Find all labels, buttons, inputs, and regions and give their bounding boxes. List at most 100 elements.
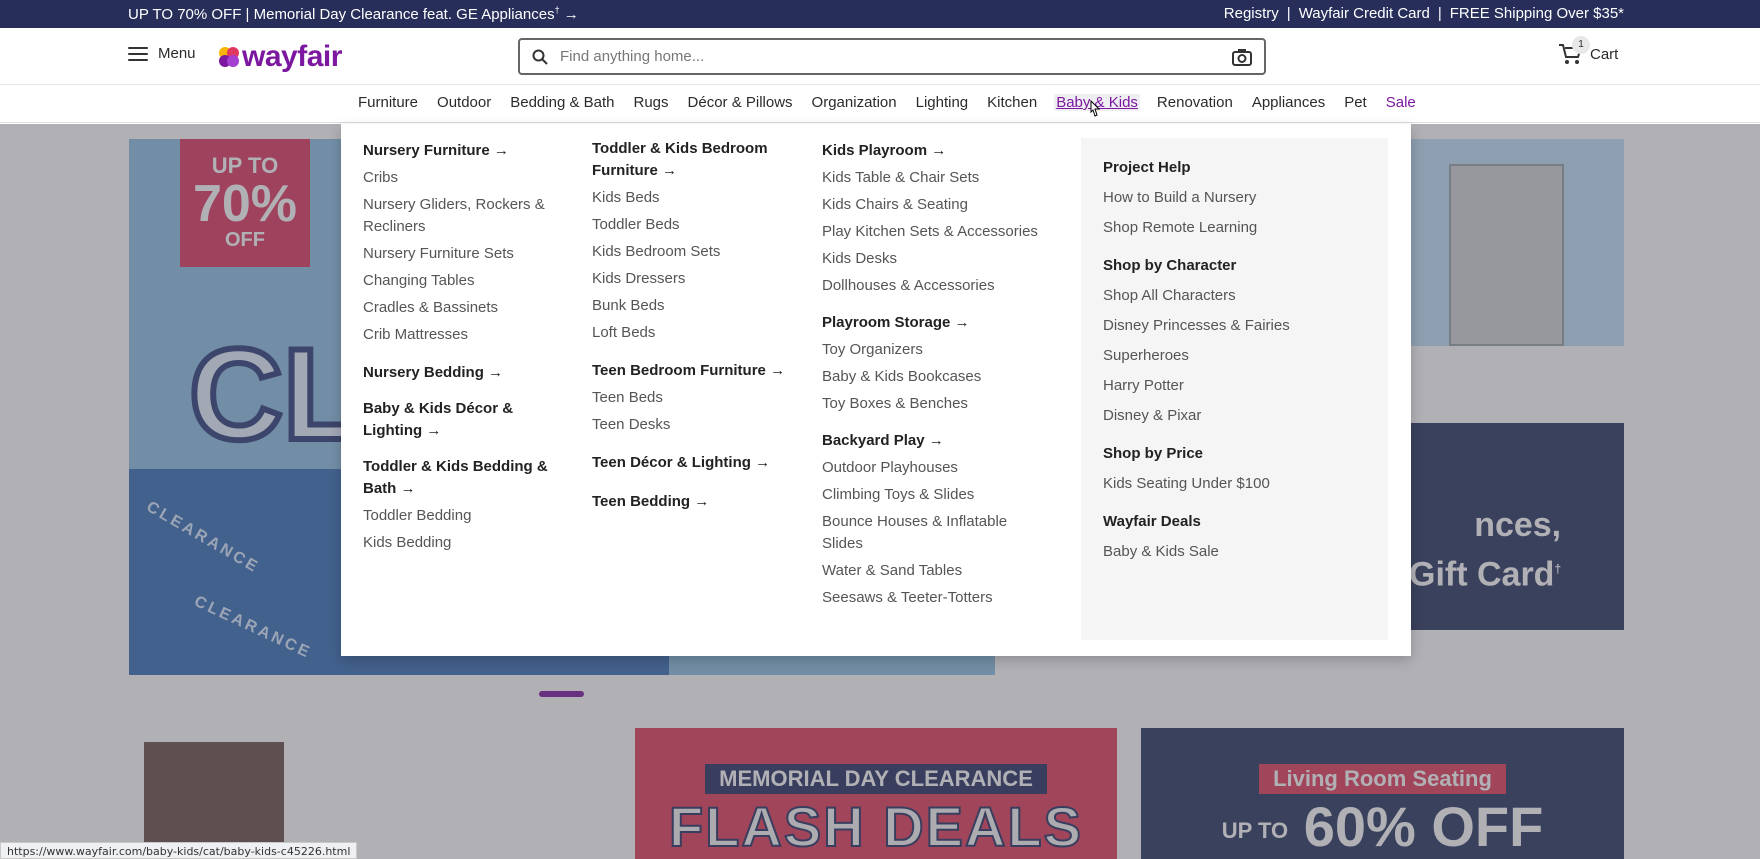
menu-link[interactable]: Cribs [363,167,563,189]
hamburger-icon [128,46,148,61]
menu-link[interactable]: Kids Desks [822,248,1052,270]
menu-link[interactable]: Loft Beds [592,322,792,344]
cart-button[interactable]: 1 Cart [1558,36,1619,66]
nav-item-furniture[interactable]: Furniture [356,94,420,111]
promo-link[interactable]: UP TO 70% OFF | Memorial Day Clearance f… [128,5,579,23]
menu-link[interactable]: Kids Dressers [592,268,792,290]
menu-link[interactable]: Kids Table & Chair Sets [822,167,1052,189]
menu-heading[interactable]: Backyard Play → [822,430,1052,452]
menu-heading[interactable]: Teen Bedroom Furniture → [592,360,792,382]
separator: | [1286,5,1291,22]
help-heading: Project Help [1103,159,1191,176]
site-header: Menu wayfair Find anything home... 1 Car… [0,28,1760,85]
menu-link[interactable]: Teen Beds [592,387,792,409]
menu-link[interactable]: Teen Desks [592,414,792,436]
menu-link[interactable]: Bounce Houses & Inflatable Slides [822,511,1022,555]
nav-item-sale[interactable]: Sale [1384,94,1418,111]
nav-item-appliances[interactable]: Appliances [1250,94,1327,111]
menu-heading[interactable]: Nursery Bedding → [363,362,563,384]
project-help-panel: Project Help How to Build a Nursery Shop… [1081,138,1388,640]
arrow-right-icon: → [954,314,970,331]
menu-link[interactable]: Dollhouses & Accessories [822,275,1052,297]
menu-link[interactable]: Changing Tables [363,270,563,292]
menu-link[interactable]: Kids Beds [592,187,792,209]
free-shipping-link[interactable]: FREE Shipping Over $35* [1450,5,1624,22]
menu-heading[interactable]: Baby & Kids Décor & Lighting → [363,398,563,442]
menu-heading[interactable]: Kids Playroom → [822,140,1052,162]
nav-item-kitchen[interactable]: Kitchen [985,94,1039,111]
nav-item-decor-pillows[interactable]: Décor & Pillows [686,94,795,111]
menu-heading[interactable]: Teen Bedding → [592,491,792,513]
help-link[interactable]: Disney & Pixar [1103,406,1366,426]
help-link[interactable]: Harry Potter [1103,376,1366,396]
menu-link[interactable]: Kids Chairs & Seating [822,194,1052,216]
category-nav: Furniture Outdoor Bedding & Bath Rugs Dé… [0,85,1760,123]
credit-card-link[interactable]: Wayfair Credit Card [1299,5,1430,22]
help-link[interactable]: Disney Princesses & Fairies [1103,316,1366,336]
pointer-cursor-icon [1090,100,1101,117]
arrow-right-icon: → [928,432,944,449]
arrow-right-icon: → [563,6,579,23]
menu-link[interactable]: Climbing Toys & Slides [822,484,1052,506]
menu-link[interactable]: Nursery Furniture Sets [363,243,563,265]
menu-link[interactable]: Kids Bedroom Sets [592,241,792,263]
menu-link[interactable]: Crib Mattresses [363,324,563,346]
menu-link[interactable]: Toy Boxes & Benches [822,393,1052,415]
menu-heading[interactable]: Playroom Storage → [822,312,1052,334]
help-heading: Shop by Price [1103,445,1204,462]
menu-column-2: Toddler & Kids Bedroom Furniture → Kids … [592,138,792,513]
menu-link[interactable]: Toddler Bedding [363,505,563,527]
help-link[interactable]: How to Build a Nursery [1103,188,1366,208]
menu-heading[interactable]: Nursery Furniture → [363,140,563,162]
separator: | [1437,5,1442,22]
menu-link[interactable]: Nursery Gliders, Rockers & Recliners [363,194,563,238]
help-link[interactable]: Kids Seating Under $100 [1103,474,1366,494]
arrow-right-icon: → [770,362,786,379]
menu-link[interactable]: Kids Bedding [363,532,563,554]
menu-heading[interactable]: Toddler & Kids Bedroom Furniture → [592,138,792,182]
help-link[interactable]: Baby & Kids Sale [1103,542,1366,562]
nav-item-bedding-bath[interactable]: Bedding & Bath [508,94,616,111]
search-input[interactable]: Find anything home... [518,38,1266,75]
help-link[interactable]: Shop All Characters [1103,286,1366,306]
menu-label: Menu [158,45,196,62]
menu-link[interactable]: Water & Sand Tables [822,560,1052,582]
nav-item-lighting[interactable]: Lighting [914,94,971,111]
help-link[interactable]: Superheroes [1103,346,1366,366]
help-link[interactable]: Shop Remote Learning [1103,218,1366,238]
status-bar-url: https://www.wayfair.com/baby-kids/cat/ba… [0,842,358,859]
menu-link[interactable]: Bunk Beds [592,295,792,317]
nav-item-renovation[interactable]: Renovation [1155,94,1235,111]
menu-button[interactable]: Menu [128,45,196,62]
wayfair-logo[interactable]: wayfair [218,40,342,74]
menu-link[interactable]: Toy Organizers [822,339,1052,361]
baby-kids-mega-menu: Nursery Furniture → Cribs Nursery Glider… [341,124,1411,656]
menu-link[interactable]: Cradles & Bassinets [363,297,563,319]
menu-link[interactable]: Baby & Kids Bookcases [822,366,1052,388]
registry-link[interactable]: Registry [1224,5,1279,22]
arrow-right-icon: → [931,142,947,159]
arrow-right-icon: → [426,422,442,439]
menu-link[interactable]: Seesaws & Teeter-Totters [822,587,1052,609]
camera-icon[interactable] [1232,48,1252,66]
logo-pinwheel-icon [219,47,239,67]
promo-dagger: † [554,5,560,15]
nav-item-organization[interactable]: Organization [810,94,899,111]
logo-text: wayfair [242,40,342,73]
nav-item-rugs[interactable]: Rugs [631,94,670,111]
menu-link[interactable]: Outdoor Playhouses [822,457,1052,479]
arrow-right-icon: → [662,162,678,179]
menu-heading[interactable]: Teen Décor & Lighting → [592,452,792,474]
menu-column-3: Kids Playroom → Kids Table & Chair Sets … [822,140,1052,609]
nav-item-pet[interactable]: Pet [1342,94,1369,111]
help-heading: Wayfair Deals [1103,513,1201,530]
nav-item-outdoor[interactable]: Outdoor [435,94,493,111]
cart-count-badge: 1 [1572,36,1590,54]
promo-bar: UP TO 70% OFF | Memorial Day Clearance f… [0,0,1760,28]
menu-heading[interactable]: Toddler & Kids Bedding & Bath → [363,456,563,500]
search-icon [532,49,548,65]
cart-label: Cart [1590,45,1619,63]
menu-link[interactable]: Play Kitchen Sets & Accessories [822,221,1052,243]
arrow-right-icon: → [755,454,771,471]
menu-link[interactable]: Toddler Beds [592,214,792,236]
